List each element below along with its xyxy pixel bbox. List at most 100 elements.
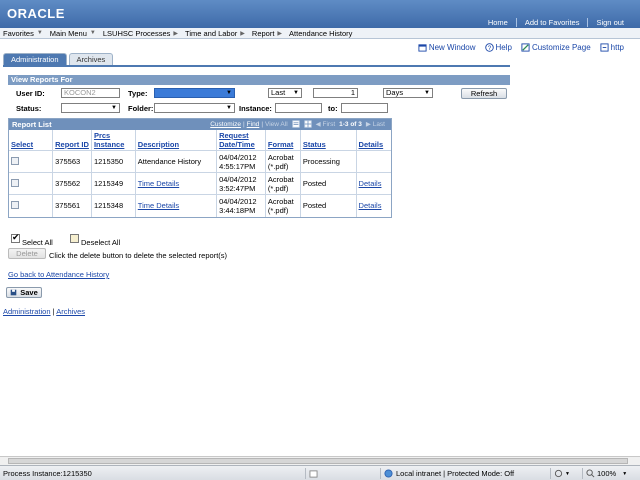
http-link[interactable]: http (600, 43, 624, 52)
save-button[interactable]: Save (6, 287, 42, 298)
menu-main-menu[interactable]: Main Menu ▼ (47, 29, 100, 38)
row-select-checkbox[interactable] (11, 156, 19, 165)
scrollbar-thumb[interactable] (8, 458, 628, 464)
menu-lsuhsc-processes[interactable]: LSUHSC Processes ▶ (100, 29, 182, 38)
last-link[interactable]: ▶ Last (366, 120, 385, 128)
help-icon: ? (484, 43, 494, 52)
chevron-down-icon: ▼ (111, 105, 117, 111)
add-to-favorites-link[interactable]: Add to Favorites (515, 18, 588, 27)
report-list-table: Select Report ID Prcs Instance Descripti… (9, 130, 391, 217)
count-input[interactable]: 1 (313, 88, 358, 98)
col-details[interactable]: Details (356, 130, 391, 151)
row-select-checkbox[interactable] (11, 200, 19, 209)
folder-label: Folder: (128, 104, 154, 113)
tab-underline (3, 65, 510, 67)
customize-grid-link[interactable]: Customize (210, 121, 241, 128)
footer-archives-link[interactable]: Archives (56, 307, 85, 316)
report-list-title: Report List (12, 120, 52, 129)
protected-mode-tools[interactable]: ▼ (550, 468, 580, 479)
tab-archives[interactable]: Archives (68, 53, 114, 65)
customize-page-link[interactable]: Customize Page (521, 43, 591, 52)
download-icon[interactable] (292, 120, 300, 128)
request-datetime-cell: 04/04/2012 3:52:47PM (216, 172, 266, 195)
col-select[interactable]: Select (9, 130, 54, 151)
grid-navigation: Customize | Find | View All ◀ First 1-3 … (210, 120, 385, 128)
status-zone: Local intranet | Protected Mode: Off (380, 468, 550, 479)
page-icon (309, 469, 318, 478)
description-cell: Attendance History (135, 150, 218, 173)
new-window-link[interactable]: New Window (418, 43, 476, 52)
prcs-instance-cell: 1215350 (91, 150, 136, 173)
col-report-id[interactable]: Report ID (52, 130, 92, 151)
type-label: Type: (128, 89, 148, 98)
help-link[interactable]: ? Help (484, 43, 512, 52)
menu-attendance-history[interactable]: Attendance History (286, 29, 356, 38)
chevron-down-icon: ▼ (293, 90, 299, 96)
instance-to-input[interactable] (341, 103, 388, 113)
details-link[interactable]: Details (359, 201, 382, 210)
request-datetime-cell: 04/04/2012 4:55:17PM (216, 150, 266, 173)
chevron-down-icon: ▼ (622, 470, 628, 477)
chevron-down-icon: ▼ (226, 90, 232, 96)
deselect-all-control[interactable]: Deselect All (70, 230, 120, 247)
type-select[interactable]: ▼ (154, 88, 235, 98)
report-list-grid: Report List Customize | Find | View All … (8, 118, 392, 218)
refresh-button[interactable]: Refresh (461, 88, 507, 99)
period-select[interactable]: Days ▼ (383, 88, 433, 98)
format-cell: Acrobat (*.pdf) (265, 194, 301, 217)
status-process-instance: Process Instance:1215350 (3, 469, 92, 478)
menu-time-and-labor[interactable]: Time and Labor ▶ (182, 29, 249, 38)
select-all-checkbox[interactable] (11, 232, 20, 243)
zoom-control[interactable]: 100% ▼ (582, 468, 640, 479)
customize-icon (521, 43, 530, 52)
select-all-control[interactable]: Select All (11, 230, 53, 247)
deselect-all-checkbox[interactable] (70, 234, 79, 243)
footer-administration-link[interactable]: Administration (3, 307, 51, 316)
spreadsheet-icon[interactable] (304, 120, 312, 128)
user-id-input[interactable]: KOCON2 (61, 88, 120, 98)
browser-status-bar: Process Instance:1215350 Local intranet … (0, 465, 640, 480)
footer-links: Administration | Archives (3, 307, 86, 316)
menu-report[interactable]: Report ▶ (249, 29, 286, 38)
view-reports-header: View Reports For (8, 75, 510, 85)
prcs-instance-cell: 1215348 (91, 194, 136, 217)
view-all-link[interactable]: View All (265, 121, 288, 128)
prcs-instance-cell: 1215349 (91, 172, 136, 195)
col-description[interactable]: Description (135, 130, 218, 151)
horizontal-scrollbar[interactable] (0, 456, 640, 465)
find-link[interactable]: Find (247, 121, 260, 128)
instance-label: Instance: (239, 104, 272, 113)
last-select[interactable]: Last ▼ (268, 88, 302, 98)
description-link[interactable]: Time Details (138, 201, 179, 210)
save-icon (10, 289, 17, 296)
details-link[interactable]: Details (359, 179, 382, 188)
status-label: Status: (16, 104, 42, 113)
description-link[interactable]: Time Details (138, 179, 179, 188)
user-id-label: User ID: (16, 89, 45, 98)
table-row: 375561 1215348 Time Details 04/04/2012 3:… (9, 194, 391, 217)
last-arrow-icon: ▶ (365, 121, 371, 128)
col-format[interactable]: Format (265, 130, 301, 151)
format-cell: Acrobat (*.pdf) (265, 150, 301, 173)
to-label: to: (328, 104, 338, 113)
folder-select[interactable]: ▼ (154, 103, 235, 113)
format-cell: Acrobat (*.pdf) (265, 172, 301, 195)
status-select[interactable]: ▼ (61, 103, 120, 113)
details-cell (356, 150, 391, 173)
menu-favorites[interactable]: Favorites ▼ (0, 29, 47, 38)
go-back-link[interactable]: Go back to Attendance History (8, 270, 109, 279)
col-status[interactable]: Status (300, 130, 357, 151)
instance-from-input[interactable] (275, 103, 322, 113)
new-window-icon (418, 44, 427, 52)
link-icon (600, 43, 609, 52)
home-link[interactable]: Home (480, 18, 516, 27)
col-prcs-instance[interactable]: Prcs Instance (91, 130, 136, 151)
table-row: 375563 1215350 Attendance History 04/04/… (9, 150, 391, 173)
delete-button[interactable]: Delete (8, 248, 46, 259)
col-request-datetime[interactable]: Request Date/Time (216, 130, 266, 151)
first-link[interactable]: ◀ First (316, 120, 335, 128)
row-select-checkbox[interactable] (11, 178, 19, 187)
report-id-cell: 375561 (52, 194, 92, 217)
tab-administration[interactable]: Administration (3, 53, 67, 65)
sign-out-link[interactable]: Sign out (587, 18, 632, 27)
